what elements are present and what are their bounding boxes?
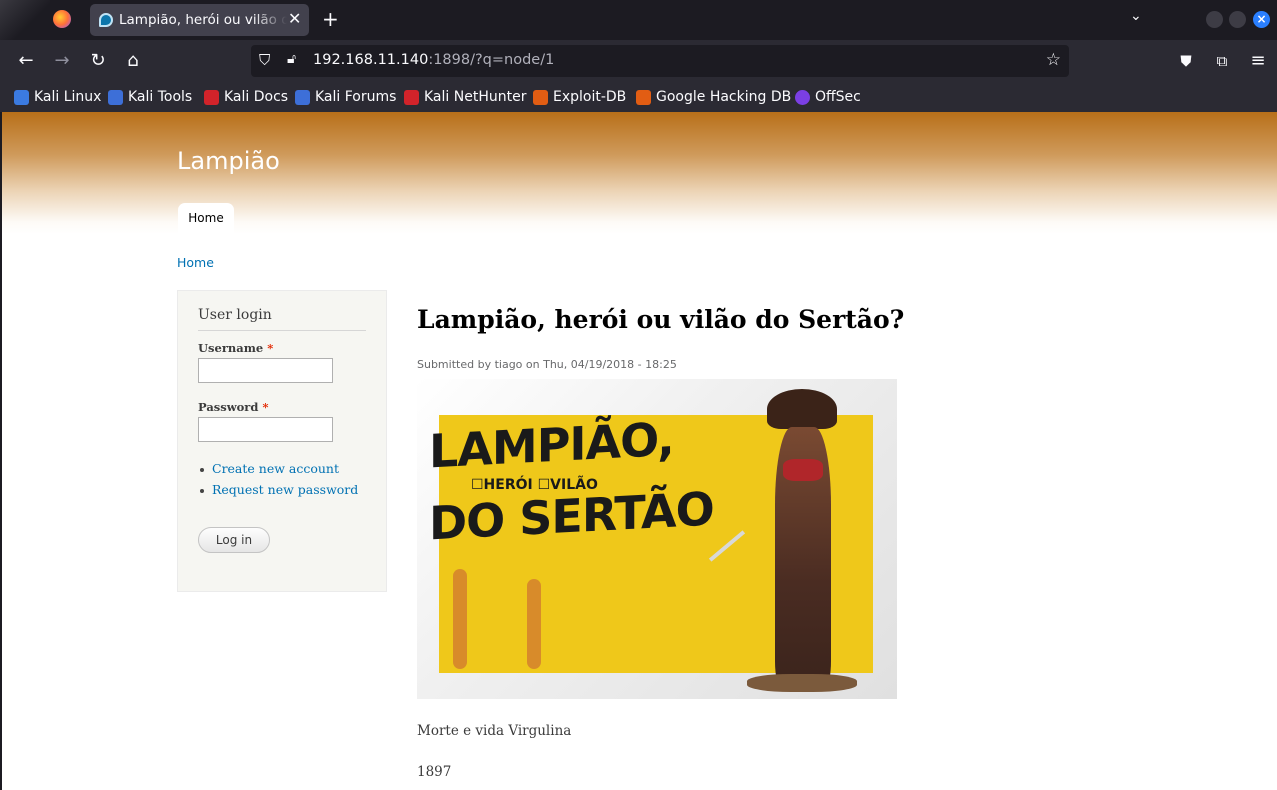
request-password-item: Request new password: [200, 482, 358, 497]
bookmark-kali-tools[interactable]: Kali Tools: [108, 88, 192, 106]
back-arrow-icon[interactable]: ←: [15, 50, 37, 72]
bookmark-exploit-db[interactable]: Exploit-DB: [533, 88, 626, 106]
firefox-icon[interactable]: [53, 10, 71, 28]
offsec-icon: [795, 89, 810, 105]
ghdb-icon: [636, 89, 651, 105]
user-login-heading: User login: [198, 307, 272, 323]
password-label-text: Password: [198, 400, 259, 414]
pocket-icon[interactable]: ⛊: [1175, 50, 1197, 72]
username-label: Username *: [198, 341, 273, 355]
list-all-tabs-chevron-icon[interactable]: ⌄: [1130, 8, 1142, 24]
bookmark-kali-nethunter[interactable]: Kali NetHunter: [404, 88, 526, 106]
site-header: Lampião Home: [2, 112, 1277, 234]
lampiao-statue: [747, 389, 857, 692]
main-menu-home-tab[interactable]: Home: [178, 203, 234, 233]
author-link[interactable]: tiago: [495, 358, 523, 371]
bullet-icon: [200, 488, 204, 493]
insecure-lock-icon[interactable]: 🔓︎: [287, 51, 296, 67]
url-text[interactable]: 192.168.11.140:1898/?q=node/1: [313, 52, 554, 68]
bookmark-label: Exploit-DB: [553, 89, 627, 105]
bookmark-label: Kali Tools: [128, 89, 193, 105]
bookmark-label: Google Hacking DB: [656, 89, 792, 105]
log-in-button[interactable]: Log in: [198, 527, 270, 553]
url-host: 192.168.11.140: [313, 52, 429, 68]
web-page: Lampião Home Home User login Username * …: [2, 112, 1277, 790]
bookmark-star-icon[interactable]: ☆: [1046, 50, 1061, 70]
tracking-protection-shield-icon[interactable]: ⛉: [259, 51, 270, 69]
article-image: LAMPIÃO, DO SERTÃO ☐HERÓI ☐VILÃO: [417, 379, 897, 699]
reload-icon[interactable]: ↻: [87, 50, 109, 72]
bookmark-label: Kali Linux: [34, 89, 102, 105]
site-name-link[interactable]: Lampião: [177, 147, 280, 175]
kali-docs-icon: [204, 89, 219, 105]
address-bar[interactable]: ⛉ 🔓︎ 192.168.11.140:1898/?q=node/1 ☆: [251, 45, 1069, 77]
bookmark-kali-linux[interactable]: Kali Linux: [14, 88, 101, 106]
create-account-item: Create new account: [200, 461, 358, 476]
article-paragraph: 1897: [417, 764, 452, 780]
tab-strip: Lampião, herói ou vilão do Sertão? ✕ + ⌄…: [0, 0, 1277, 40]
navigation-toolbar: ← → ↻ ⌂ ⛉ 🔓︎ 192.168.11.140:1898/?q=node…: [0, 40, 1277, 82]
url-path: :1898/?q=node/1: [428, 52, 555, 68]
statue-hat: [767, 389, 837, 429]
maximize-window-button[interactable]: [1229, 11, 1246, 28]
bookmarks-toolbar: Kali Linux Kali Tools Kali Docs Kali For…: [0, 82, 1277, 112]
required-marker: *: [267, 341, 274, 355]
home-icon[interactable]: ⌂: [122, 50, 144, 72]
drupal-favicon-icon: [99, 13, 113, 27]
heading-divider: [198, 330, 366, 331]
password-label: Password *: [198, 400, 268, 414]
bookmark-label: Kali Forums: [315, 89, 397, 105]
tab-title: Lampião, herói ou vilão do Sertão?: [119, 12, 287, 28]
poster-checkboxes: ☐HERÓI ☐VILÃO: [471, 477, 598, 493]
kali-tools-icon: [108, 89, 123, 105]
submitted-date: on Thu, 04/19/2018 - 18:25: [522, 358, 677, 371]
login-links-list: Create new account Request new password: [200, 461, 358, 503]
hamburger-menu-icon[interactable]: ≡: [1247, 50, 1269, 72]
username-input[interactable]: [198, 358, 333, 383]
forward-arrow-icon[interactable]: →: [51, 50, 73, 72]
kali-dragon-icon: [14, 89, 29, 105]
tab-close-icon[interactable]: ✕: [288, 9, 301, 29]
submitted-prefix: Submitted by: [417, 358, 495, 371]
close-window-button[interactable]: ×: [1253, 11, 1270, 28]
tab-strip-corner: [0, 0, 50, 40]
bullet-icon: [200, 467, 204, 472]
cactus-icon: [527, 579, 541, 669]
extensions-puzzle-icon[interactable]: ⧉: [1211, 50, 1233, 72]
browser-tab-active[interactable]: Lampião, herói ou vilão do Sertão? ✕: [90, 4, 309, 36]
bookmark-kali-forums[interactable]: Kali Forums: [295, 88, 396, 106]
user-login-block: User login Username * Password * Create …: [177, 290, 387, 592]
new-tab-icon[interactable]: +: [322, 8, 339, 30]
bookmark-label: OffSec: [815, 89, 861, 105]
create-new-account-link[interactable]: Create new account: [212, 461, 339, 476]
exploit-db-icon: [533, 89, 548, 105]
bookmark-google-hacking-db[interactable]: Google Hacking DB: [636, 88, 791, 106]
kali-nethunter-icon: [404, 89, 419, 105]
bookmark-offsec[interactable]: OffSec: [795, 88, 861, 106]
bookmark-label: Kali Docs: [224, 89, 289, 105]
kali-forums-icon: [295, 89, 310, 105]
username-label-text: Username: [198, 341, 264, 355]
bookmark-kali-docs[interactable]: Kali Docs: [204, 88, 288, 106]
statue-scarf: [783, 459, 823, 481]
submitted-info: Submitted by tiago on Thu, 04/19/2018 - …: [417, 358, 677, 371]
bookmark-label: Kali NetHunter: [424, 89, 527, 105]
statue-base: [747, 674, 857, 692]
article-paragraph: Morte e vida Virgulina: [417, 723, 572, 739]
request-new-password-link[interactable]: Request new password: [212, 482, 358, 497]
password-input[interactable]: [198, 417, 333, 442]
breadcrumb-home-link[interactable]: Home: [177, 255, 214, 270]
node-title: Lampião, herói ou vilão do Sertão?: [417, 305, 905, 334]
minimize-window-button[interactable]: [1206, 11, 1223, 28]
cactus-icon: [453, 569, 467, 669]
required-marker: *: [262, 400, 269, 414]
